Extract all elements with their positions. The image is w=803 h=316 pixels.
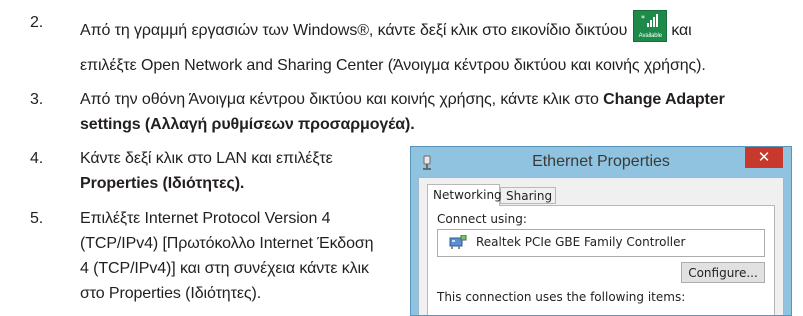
dialog-titlebar[interactable]: Ethernet Properties ✕ <box>411 147 791 177</box>
step-text-part: Από την οθόνη Άνοιγμα κέντρου δικτύου κα… <box>80 91 604 108</box>
step-line: 4 (TCP/IPv4)] και στη συνέχεια κάντε κλι… <box>80 260 369 277</box>
configure-button[interactable]: Configure... <box>681 262 765 283</box>
step-text: Από την οθόνη Άνοιγμα κέντρου δικτύου κα… <box>80 87 725 137</box>
step-line: Επιλέξτε Internet Protocol Version 4 <box>80 210 331 227</box>
svg-text:*: * <box>641 14 645 23</box>
tab-sharing[interactable]: Sharing <box>500 187 556 204</box>
step-line: Κάντε δεξί κλικ στο LAN και επιλέξτε <box>80 150 333 167</box>
step-text: Από τη γραμμή εργασιών των Windows®, κάν… <box>80 10 706 78</box>
step-text: Κάντε δεξί κλικ στο LAN και επιλέξτε Pro… <box>80 146 333 196</box>
step-number: 2. <box>30 14 44 31</box>
step-text: Επιλέξτε Internet Protocol Version 4 (TC… <box>80 206 374 306</box>
step-line: επιλέξτε Open Network and Sharing Center… <box>80 57 706 74</box>
network-card-icon <box>449 234 467 254</box>
step-number: 3. <box>30 91 44 108</box>
step-text-part: Από τη γραμμή εργασιών των Windows®, κάν… <box>80 22 628 39</box>
step-number: 4. <box>30 150 44 167</box>
dialog-title: Ethernet Properties <box>532 153 670 170</box>
close-button[interactable]: ✕ <box>745 147 783 168</box>
step-line: settings (Αλλαγή ρυθμίσεων προσαρμογέα). <box>80 116 415 133</box>
items-label: This connection uses the following items… <box>437 290 686 304</box>
step-line: στο Properties (Ιδιότητες). <box>80 285 262 302</box>
step-line: Properties (Ιδιότητες). <box>80 175 245 192</box>
ethernet-properties-dialog: Ethernet Properties ✕ Networking Sharing… <box>410 146 792 316</box>
step-line: (TCP/IPv4) [Πρωτόκολλο Internet Έκδοση <box>80 235 374 252</box>
adapter-field: Realtek PCIe GBE Family Controller <box>437 229 765 257</box>
tab-networking[interactable]: Networking <box>427 184 502 206</box>
step-text-bold: Change Adapter <box>603 91 725 108</box>
step-number: 5. <box>30 210 44 227</box>
step-text-part: και <box>671 22 692 39</box>
dialog-client-area: Networking Sharing Connect using: Realte… <box>418 177 784 315</box>
network-available-icon: * Available <box>633 10 668 42</box>
networking-panel: Connect using: Realtek PCIe GBE Family C… <box>427 205 775 315</box>
step-line: Από τη γραμμή εργασιών των Windows®, κάν… <box>80 10 706 43</box>
icon-caption: Available <box>638 33 662 39</box>
step-line: Από την οθόνη Άνοιγμα κέντρου δικτύου κα… <box>80 87 725 112</box>
adapter-name: Realtek PCIe GBE Family Controller <box>476 235 686 249</box>
connect-using-label: Connect using: <box>437 212 527 226</box>
